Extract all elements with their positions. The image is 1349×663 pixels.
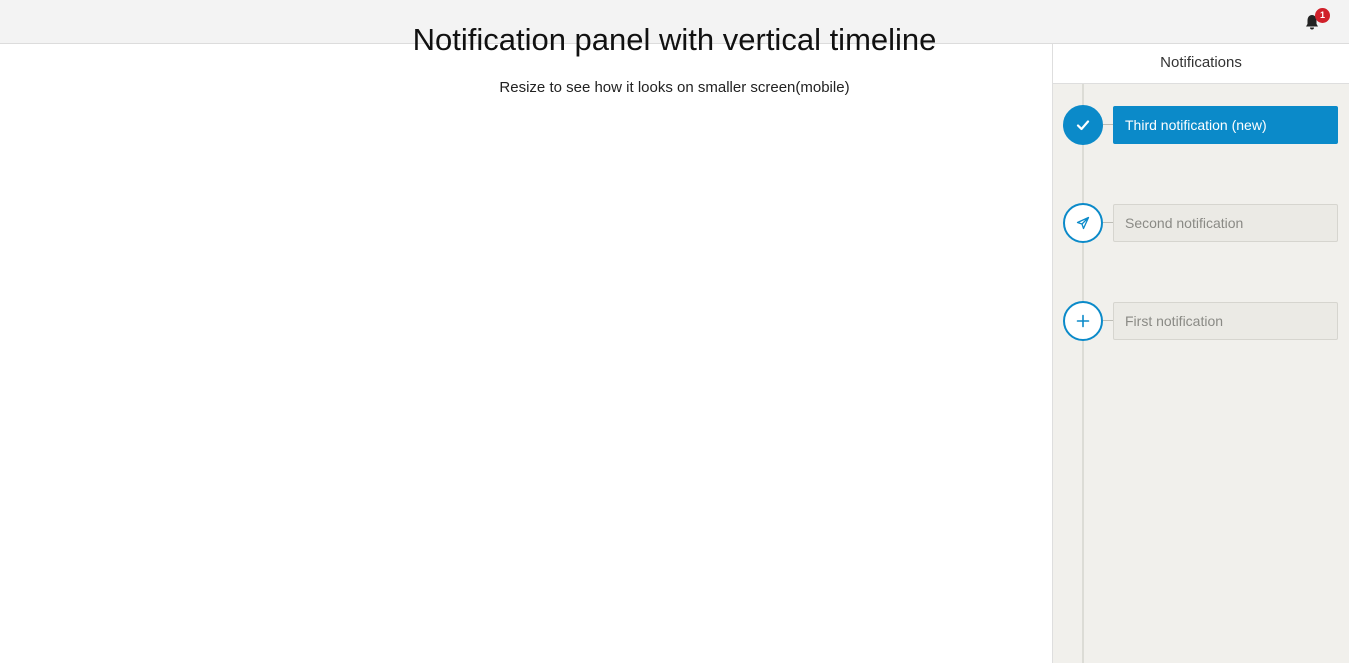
timeline-marker bbox=[1063, 301, 1103, 341]
check-icon bbox=[1076, 120, 1090, 131]
notification-card[interactable]: First notification bbox=[1113, 302, 1338, 340]
timeline-item-first: First notification bbox=[1053, 301, 1349, 341]
timeline-item-third: Third notification (new) bbox=[1053, 105, 1349, 145]
notification-panel: Notifications Third notification (new) S… bbox=[1052, 44, 1349, 663]
timeline-connector bbox=[1103, 320, 1113, 321]
notification-count-badge: 1 bbox=[1315, 8, 1330, 23]
timeline-marker bbox=[1063, 105, 1103, 145]
timeline-connector bbox=[1103, 124, 1113, 125]
notification-card[interactable]: Second notification bbox=[1113, 204, 1338, 242]
plus-icon bbox=[1076, 314, 1090, 328]
notification-card[interactable]: Third notification (new) bbox=[1113, 106, 1338, 144]
paper-plane-icon bbox=[1076, 216, 1090, 230]
notification-panel-header: Notifications bbox=[1053, 44, 1349, 84]
timeline-marker bbox=[1063, 203, 1103, 243]
timeline-line bbox=[1082, 84, 1084, 663]
timeline-item-second: Second notification bbox=[1053, 203, 1349, 243]
timeline-connector bbox=[1103, 222, 1113, 223]
